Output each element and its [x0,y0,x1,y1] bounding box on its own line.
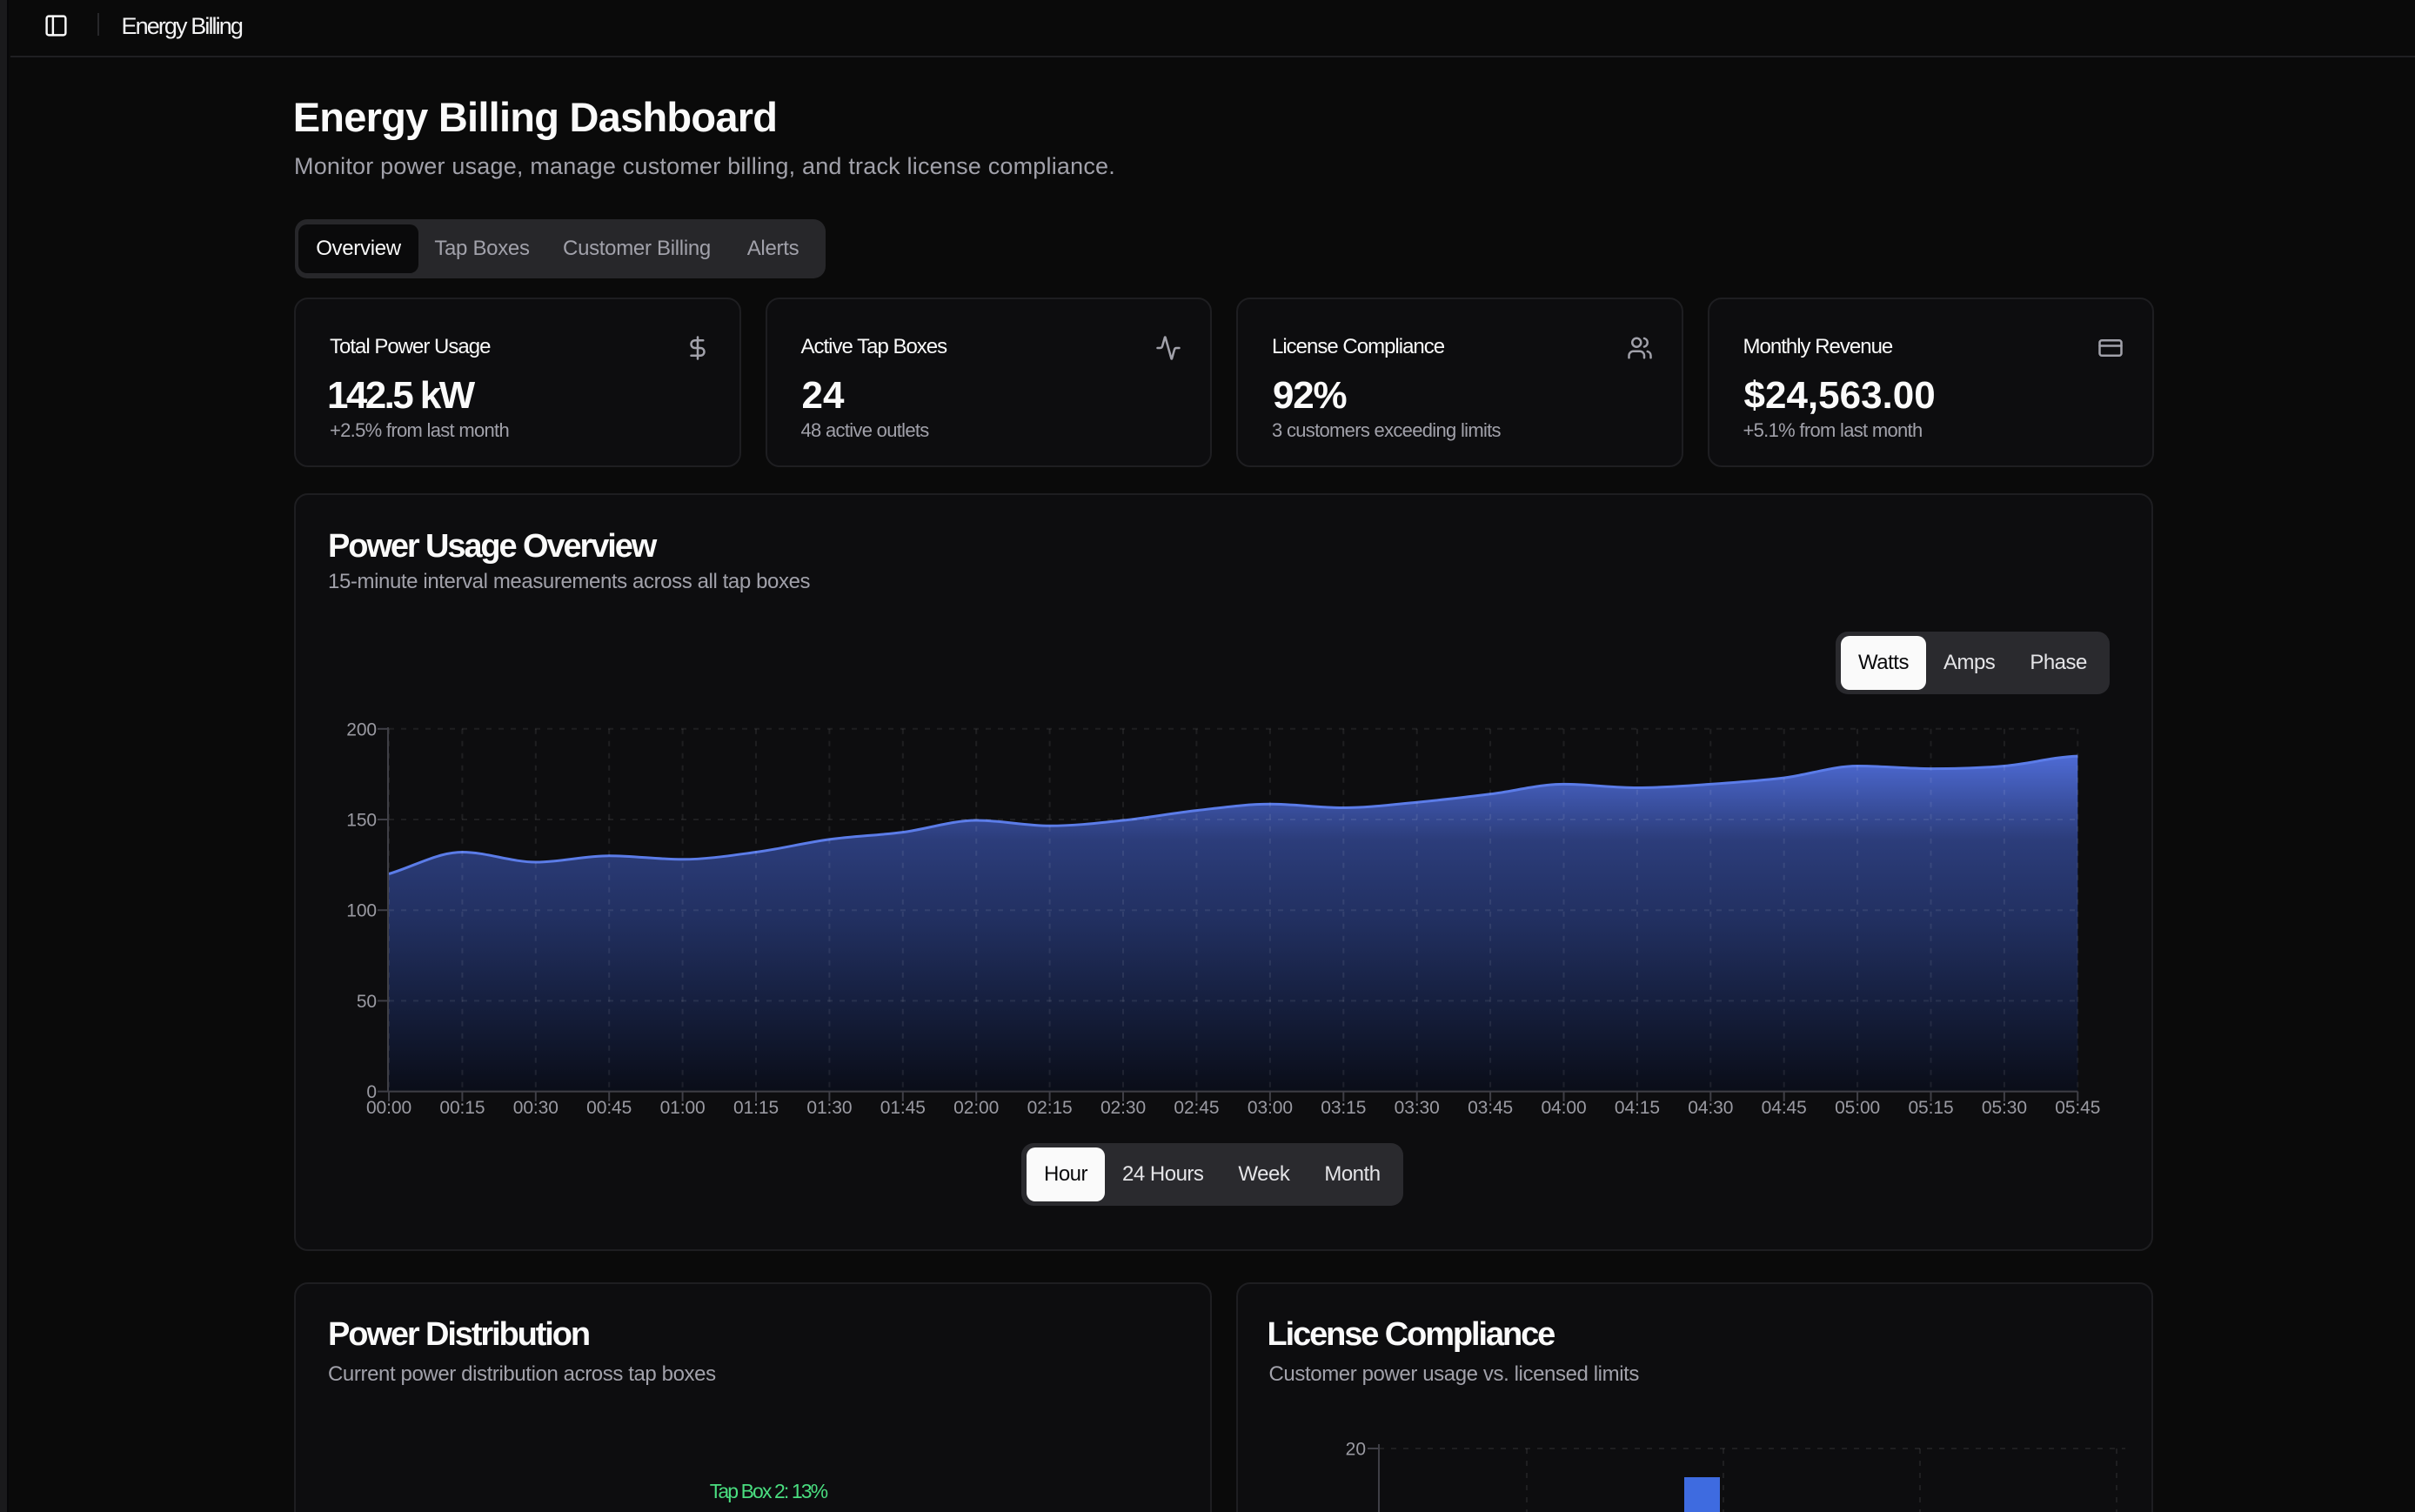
svg-text:20: 20 [1346,1440,1366,1460]
